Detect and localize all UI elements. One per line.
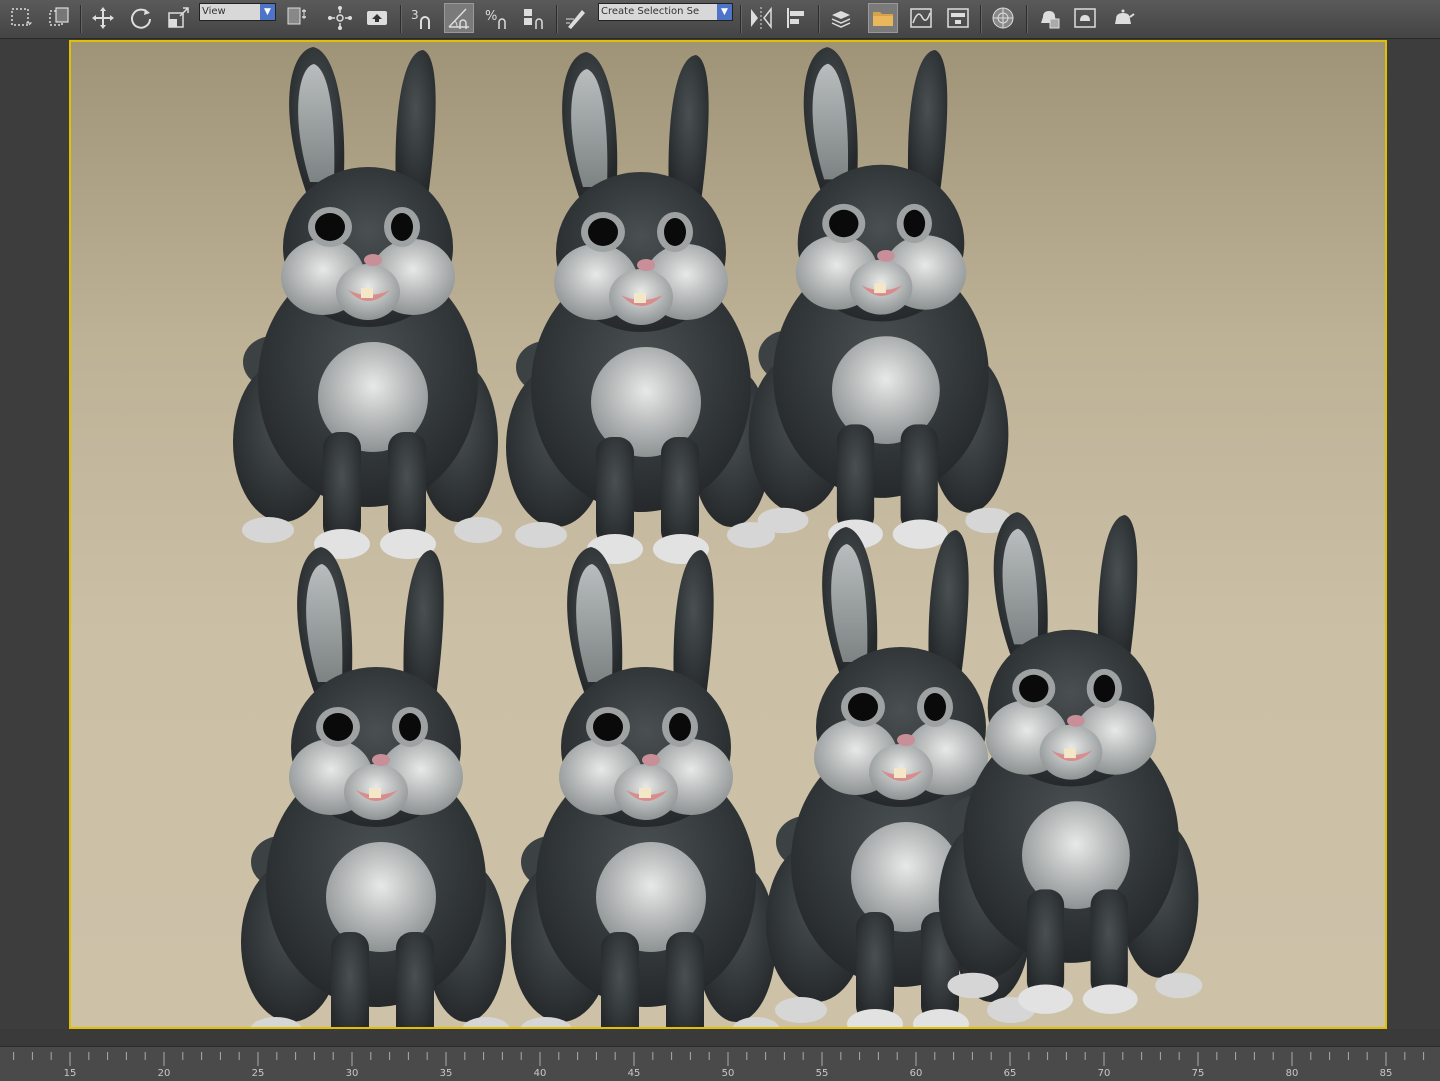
viewport-bottom-gap <box>0 1029 1440 1046</box>
svg-text:%: % <box>485 9 497 24</box>
select-object-icon[interactable] <box>44 3 74 33</box>
perspective-viewport[interactable] <box>69 40 1387 1029</box>
material-editor-icon[interactable] <box>988 3 1018 33</box>
rabbit-models <box>233 47 1203 1027</box>
select-region-icon[interactable] <box>6 3 36 33</box>
named-selection-sets-dropdown[interactable]: Create Selection Se ▼ <box>598 3 733 21</box>
timeline-tick-label: 65 <box>1003 1068 1017 1079</box>
main-toolbar: View ▼ 3 % Create Selection Se ▼ <box>0 0 1440 39</box>
snap-3d-icon[interactable]: 3 <box>406 3 436 33</box>
timeline-tick-label: 55 <box>815 1068 829 1079</box>
use-pivot-icon[interactable] <box>282 3 312 33</box>
render-production-icon[interactable] <box>1108 3 1138 33</box>
named-selection-value: Create Selection Se <box>601 6 700 17</box>
select-and-manipulate-icon[interactable] <box>325 3 355 33</box>
timeline-tick-label: 50 <box>721 1068 735 1079</box>
rendered-frame-window-icon[interactable] <box>1070 3 1100 33</box>
move-icon[interactable] <box>88 3 118 33</box>
percent-snap-icon[interactable]: % <box>482 3 512 33</box>
timeline-tick-label: 20 <box>157 1068 171 1079</box>
keyboard-shortcut-icon[interactable] <box>362 3 392 33</box>
timeline-tick-label: 60 <box>909 1068 923 1079</box>
timeline-tick-label: 70 <box>1097 1068 1111 1079</box>
angle-snap-icon[interactable] <box>444 3 474 33</box>
timeline-tick-label: 30 <box>345 1068 359 1079</box>
chevron-down-icon: ▼ <box>260 4 275 20</box>
timeline-tick-label: 75 <box>1191 1068 1205 1079</box>
rotate-icon[interactable] <box>126 3 156 33</box>
chevron-down-icon: ▼ <box>717 4 732 20</box>
timeline-ruler <box>13 1052 1425 1066</box>
timeline-tick-label: 85 <box>1379 1068 1393 1079</box>
timeline-tick-label: 15 <box>63 1068 77 1079</box>
svg-text:3: 3 <box>411 8 419 22</box>
spinner-snap-icon[interactable] <box>519 3 549 33</box>
schematic-view-icon[interactable] <box>943 3 973 33</box>
timeline-tick-label: 80 <box>1285 1068 1299 1079</box>
align-icon[interactable] <box>782 3 812 33</box>
timeline-tick-label: 40 <box>533 1068 547 1079</box>
curve-editor-icon[interactable] <box>906 3 936 33</box>
render-setup-icon[interactable] <box>1034 3 1064 33</box>
timeline-tick-label: 45 <box>627 1068 641 1079</box>
reference-coordinate-dropdown[interactable]: View ▼ <box>199 3 276 21</box>
timeline-tick-label: 25 <box>251 1068 265 1079</box>
right-viewport-margin <box>1387 40 1440 1029</box>
timeline-tick-label: 35 <box>439 1068 453 1079</box>
reference-coordinate-value: View <box>202 6 226 17</box>
edit-named-selection-icon[interactable] <box>562 3 592 33</box>
mirror-icon[interactable] <box>746 3 776 33</box>
scale-icon[interactable] <box>164 3 194 33</box>
left-viewport-margin <box>0 40 69 1029</box>
layer-manager-icon[interactable] <box>826 3 856 33</box>
scene-explorer-icon[interactable] <box>868 3 898 33</box>
